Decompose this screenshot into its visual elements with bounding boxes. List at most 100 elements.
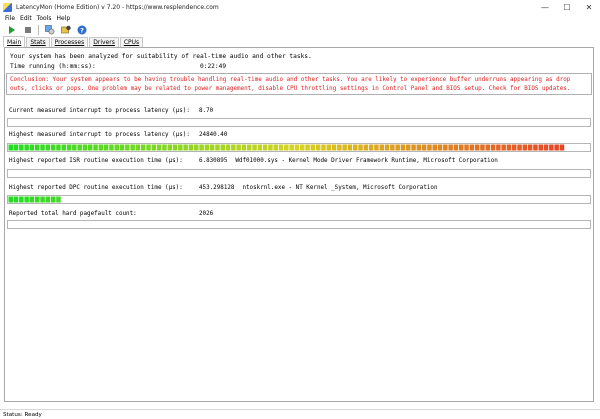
level-segment xyxy=(543,144,549,151)
level-segment xyxy=(278,144,284,151)
level-segment xyxy=(29,144,35,151)
level-segment xyxy=(262,144,268,151)
menu-tools[interactable]: Tools xyxy=(37,15,52,22)
level-segment xyxy=(490,144,496,151)
level-segment xyxy=(50,144,56,151)
tab-stats[interactable]: Stats xyxy=(26,37,50,47)
level-segment xyxy=(252,144,257,151)
level-segment xyxy=(8,144,13,151)
main-panel: Your system has been analyzed for suitab… xyxy=(4,47,594,402)
level-segment xyxy=(273,144,278,151)
menu-help[interactable]: Help xyxy=(56,15,70,22)
level-segment xyxy=(432,144,437,151)
level-segment xyxy=(411,144,416,151)
level-segment xyxy=(337,144,342,151)
level-segment xyxy=(13,196,19,203)
dpc-value: 453.298128 xyxy=(199,185,235,191)
level-segment xyxy=(284,144,289,151)
level-segment xyxy=(469,144,475,151)
level-segment xyxy=(29,196,35,203)
level-segment xyxy=(88,144,93,151)
level-segment xyxy=(45,196,51,203)
level-segment xyxy=(247,144,252,151)
highest-interrupt-value: 24840.40 xyxy=(199,132,228,138)
level-segment xyxy=(474,144,480,151)
tab-main[interactable]: Main xyxy=(3,36,26,47)
level-segment xyxy=(178,144,183,151)
level-segment xyxy=(522,144,528,151)
level-segment xyxy=(204,144,210,151)
help-icon[interactable]: ? xyxy=(76,24,87,35)
level-segment xyxy=(50,196,56,203)
level-segment xyxy=(19,144,24,151)
window-controls: — ☐ ✕ xyxy=(534,0,600,14)
level-segment xyxy=(125,144,130,151)
settings-icon[interactable] xyxy=(44,24,55,35)
level-segment xyxy=(162,144,167,151)
level-segment xyxy=(167,144,172,151)
level-segment xyxy=(517,144,522,151)
level-segment xyxy=(40,144,45,151)
dpc-detail: ntoskrnl.exe - NT Kernel _System, Micros… xyxy=(242,185,438,191)
time-running-label: Time running (h:mm:ss): xyxy=(10,62,96,70)
play-icon[interactable] xyxy=(6,24,17,35)
isr-detail: Wdf01000.sys - Kernel Mode Driver Framew… xyxy=(235,158,498,164)
level-segment xyxy=(506,144,512,151)
level-segment xyxy=(114,144,119,151)
level-segment xyxy=(485,144,490,151)
stop-icon[interactable] xyxy=(22,24,33,35)
summary-section: Your system has been analyzed for suitab… xyxy=(10,52,312,71)
level-segment xyxy=(512,144,517,151)
svg-text:?: ? xyxy=(80,26,84,34)
title-bar: LatencyMon (Home Edition) v 7.20 - https… xyxy=(0,0,600,14)
level-segment xyxy=(453,144,459,151)
level-segment xyxy=(35,196,40,203)
menu-edit[interactable]: Edit xyxy=(20,15,32,22)
level-segment xyxy=(400,144,406,151)
time-running-row: Time running (h:mm:ss): 0:22:49 xyxy=(10,62,312,72)
level-segment xyxy=(130,144,135,151)
level-segment xyxy=(194,144,199,151)
level-segment xyxy=(215,144,220,151)
level-segment xyxy=(347,144,353,151)
window-title: LatencyMon (Home Edition) v 7.20 - https… xyxy=(16,3,219,11)
minimize-button[interactable]: — xyxy=(534,0,556,14)
level-segment xyxy=(527,144,533,151)
tab-processes[interactable]: Processes xyxy=(50,37,89,47)
level-segment xyxy=(443,144,448,151)
level-segment xyxy=(331,144,337,151)
level-segment xyxy=(109,144,114,151)
level-segment xyxy=(257,144,263,151)
level-segment xyxy=(119,144,125,151)
close-button[interactable]: ✕ xyxy=(578,0,600,14)
level-segment xyxy=(300,144,305,151)
maximize-button[interactable]: ☐ xyxy=(556,0,578,14)
highest-interrupt-label: Highest measured interrupt to process la… xyxy=(9,132,190,138)
pagefault-bar xyxy=(7,220,591,229)
app-logo-icon xyxy=(3,2,12,12)
level-segment xyxy=(427,144,432,151)
tab-cpus[interactable]: CPUs xyxy=(119,37,144,47)
tab-drivers[interactable]: Drivers xyxy=(89,37,119,47)
level-segment xyxy=(315,144,321,151)
level-segment xyxy=(72,144,77,151)
level-segment xyxy=(77,144,82,151)
level-segment xyxy=(390,144,395,151)
conclusion-text: Conclusion: Your system appears to be ha… xyxy=(10,77,571,92)
status-bar: Status: Ready xyxy=(0,409,600,419)
highest-interrupt-row: Highest measured interrupt to process la… xyxy=(9,132,235,138)
level-segment xyxy=(464,144,469,151)
level-segment xyxy=(209,144,215,151)
level-segment xyxy=(294,144,300,151)
level-segment xyxy=(225,144,231,151)
level-segment xyxy=(496,144,501,151)
menu-file[interactable]: File xyxy=(5,15,15,22)
level-segment xyxy=(363,144,369,151)
toolbar-separator xyxy=(38,24,39,35)
tools-icon[interactable] xyxy=(60,24,71,35)
level-segment xyxy=(13,144,19,151)
isr-value: 6.830895 xyxy=(199,158,228,164)
level-segment xyxy=(156,144,162,151)
tab-bar: Main Stats Processes Drivers CPUs xyxy=(0,36,600,47)
current-interrupt-row: Current measured interrupt to process la… xyxy=(9,108,221,114)
